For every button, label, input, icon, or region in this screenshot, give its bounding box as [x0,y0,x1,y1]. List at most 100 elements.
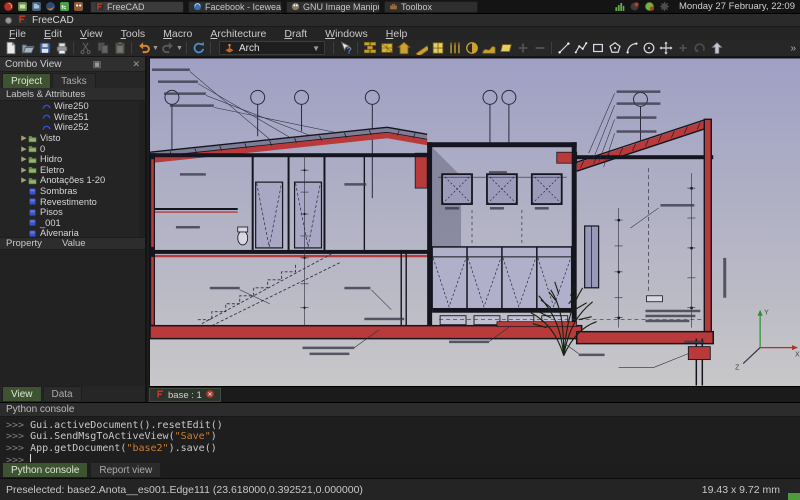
tab-python-console[interactable]: Python console [2,462,89,477]
draft-upgrade-icon[interactable] [708,40,725,56]
arch-wall-icon[interactable] [361,40,378,56]
save-icon[interactable] [36,40,53,56]
tab-report-view[interactable]: Report view [90,462,162,477]
menu-edit[interactable]: Edit [35,28,71,40]
axis-y-label: Y [764,310,769,317]
draft-line-icon[interactable] [555,40,572,56]
combo-view-tabs: Project Tasks [2,73,96,88]
3d-viewport[interactable]: X Y Z [149,57,800,387]
view-data-tabs: View Data [2,386,82,401]
arch-panel-icon[interactable] [497,40,514,56]
launcher-gimp-icon[interactable] [73,1,85,13]
tree-item-alvenaria[interactable]: Alvenaria [0,228,145,237]
draft-polygon-icon[interactable] [606,40,623,56]
arch-building-icon[interactable] [395,40,412,56]
menu-draft[interactable]: Draft [275,28,316,40]
tree-scrollbar[interactable] [139,101,145,279]
axis-z-label: Z [735,365,740,372]
status-message: Preselected: base2.Anota__es001.Edge111 … [6,483,363,496]
menu-windows[interactable]: Windows [316,28,377,40]
tree-item-wire250[interactable]: Wire250 [0,101,145,112]
status-dimensions: 19.43 x 9.72 mm [701,483,780,496]
tree-item-revestimento[interactable]: Revestimento [0,196,145,207]
arch-axis-icon[interactable] [446,40,463,56]
window-menu-button[interactable] [5,16,12,24]
launcher-files-icon[interactable] [31,1,43,13]
undo-icon[interactable] [135,40,152,56]
close-panel-icon[interactable]: ✕ [127,59,140,70]
python-console-panel: Python console >>> Gui.activeDocument().… [0,402,800,466]
tray-update-icon[interactable] [644,1,656,13]
menu-tools[interactable]: Tools [112,28,155,40]
tree-item-visto[interactable]: ▶ Visto [0,133,145,144]
tree-item-sombras[interactable]: Sombras [0,186,145,197]
python-console-title: Python console [6,404,75,415]
draft-arc-icon[interactable] [623,40,640,56]
refresh-icon[interactable] [190,40,207,56]
draft-point-icon [674,40,691,56]
document-tab-label: base : 1 [168,389,202,401]
toolbar-overflow-icon[interactable]: » [790,43,798,54]
python-console-input[interactable]: >>> Gui.activeDocument().resetEdit() >>> … [6,420,223,466]
menu-macro[interactable]: Macro [154,28,201,40]
tab-project[interactable]: Project [2,73,52,88]
tab-data[interactable]: Data [42,386,82,401]
launcher-chat-icon[interactable]: fc [59,1,71,13]
menu-view[interactable]: View [71,28,112,40]
tree-item--001[interactable]: _001 [0,218,145,229]
arch-site-icon[interactable] [480,40,497,56]
draft-wire-icon[interactable] [572,40,589,56]
taskbar-button-facebook-iceweasel[interactable]: Facebook - Iceweasel [188,0,282,13]
menu-architecture[interactable]: Architecture [201,28,275,40]
taskbar-button-freecad[interactable]: FreeCAD [90,0,184,13]
tree-item-wire252[interactable]: Wire252 [0,122,145,133]
expand-arrow-icon: ▶ [21,145,27,153]
draft-rectangle-icon[interactable] [589,40,606,56]
draft-move-icon[interactable] [657,40,674,56]
taskbar-window-buttons: FreeCAD Facebook - Iceweasel GNU Image Man… [86,0,478,13]
tree-item-wire251[interactable]: Wire251 [0,112,145,123]
draft-circle-icon[interactable] [640,40,657,56]
arch-window-icon[interactable] [429,40,446,56]
taskbar-clock: Monday 27 February, 22:09 [678,1,795,12]
menu-file[interactable]: File [0,28,35,40]
combo-view-header: Combo View ▣ ✕ [0,57,145,72]
tray-gear-icon[interactable] [659,1,671,13]
statusbar: Preselected: base2.Anota__es001.Edge111 … [0,478,800,500]
taskbar-button-toolbox[interactable]: Toolbox [384,0,478,13]
corner-indicator [788,493,800,500]
whatsthis-icon[interactable]: ? [337,40,354,56]
workbench-selector[interactable]: Arch ▼ [219,41,325,55]
undo-dropdown-icon[interactable]: ▼ [152,45,159,52]
launcher-browser-icon[interactable] [45,1,57,13]
float-panel-icon[interactable]: ▣ [88,59,102,70]
tree-item-0[interactable]: ▶ 0 [0,143,145,154]
combo-view-title: Combo View [5,58,62,70]
property-table-body[interactable] [0,250,145,386]
tree-item-hidro[interactable]: ▶ Hidro [0,154,145,165]
tab-tasks[interactable]: Tasks [52,73,96,88]
tree-item-pisos[interactable]: Pisos [0,207,145,218]
arch-section-icon[interactable] [463,40,480,56]
tree-item-eletro[interactable]: ▶ Eletro [0,165,145,176]
tab-view[interactable]: View [2,386,42,401]
console-line: >>> Gui.activeDocument().resetEdit() [6,420,223,431]
open-file-icon[interactable] [19,40,36,56]
tray-message-icon[interactable] [629,1,641,13]
expand-arrow-icon: ▶ [21,166,27,174]
launcher-media-icon[interactable] [17,1,29,13]
document-tab[interactable]: base : 1 [149,388,221,402]
tab-close-icon[interactable] [205,389,215,402]
menu-help[interactable]: Help [377,28,417,40]
arch-structure-icon[interactable] [412,40,429,56]
tray-chart-icon[interactable] [614,1,626,13]
workbench-value: Arch [239,42,260,54]
print-icon[interactable] [53,40,70,56]
tree-item-anota-es-1-20[interactable]: ▶ Anotações 1-20 [0,175,145,186]
taskbar-button-gnu-image-manipul-[interactable]: GNU Image Manipul... [286,0,380,13]
distro-menu-icon[interactable] [3,1,15,13]
new-document-icon[interactable] [2,40,19,56]
system-tray [614,1,671,13]
arch-mesh-icon[interactable] [378,40,395,56]
redo-icon [159,40,176,56]
